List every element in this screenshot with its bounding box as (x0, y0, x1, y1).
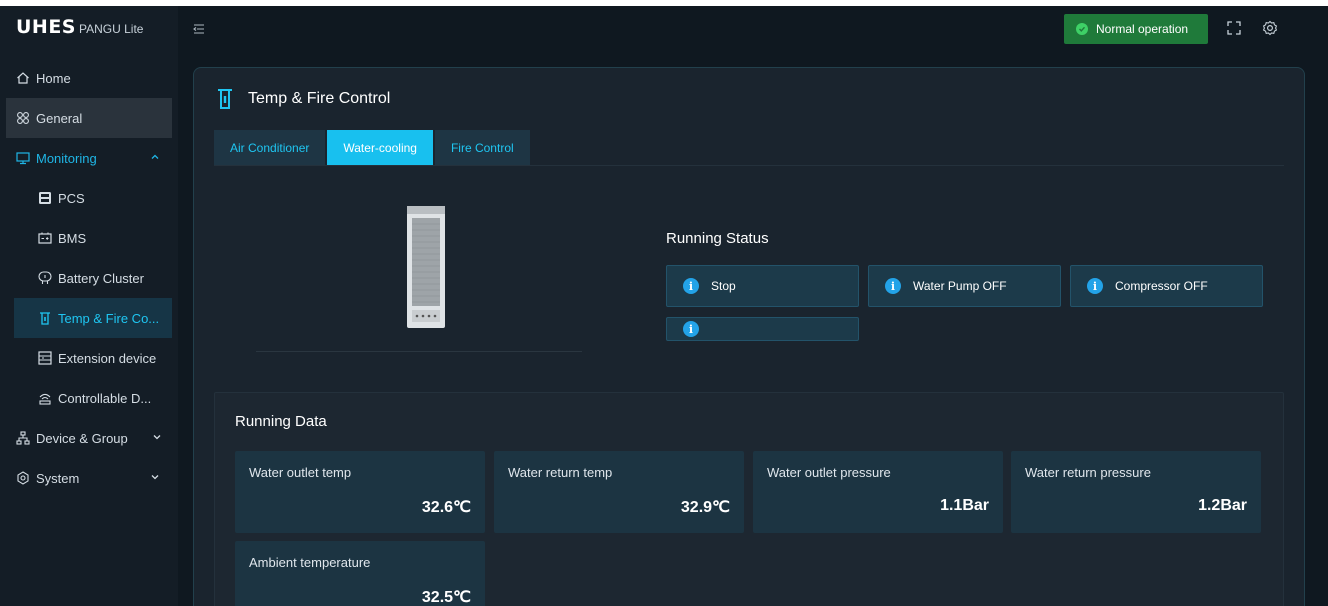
status-item-unlabeled[interactable]: i (666, 317, 859, 341)
chevron-down-icon (151, 475, 159, 480)
pcs-icon (38, 191, 52, 205)
sidebar-item-label: PCS (58, 190, 85, 206)
sidebar-item-extension-device[interactable]: Extension device (0, 338, 178, 378)
chevron-down-icon (153, 435, 161, 440)
check-circle-icon (1076, 23, 1088, 35)
grid-icon (16, 111, 30, 125)
sidebar-item-label: Temp & Fire Co... (58, 310, 160, 326)
tab-fire-control[interactable]: Fire Control (434, 130, 530, 166)
sidebar-item-label: Home (36, 70, 71, 86)
running-data-section: Running Data Water outlet temp 32.6℃ Wat… (214, 392, 1284, 606)
data-card-ambient-temperature: Ambient temperature 32.5℃ (235, 541, 485, 606)
monitor-icon (16, 151, 30, 165)
sidebar-item-device-group[interactable]: Device & Group (0, 418, 178, 458)
sidebar-item-battery-cluster[interactable]: Battery Cluster (0, 258, 178, 298)
info-icon: i (683, 321, 699, 337)
card-label: Ambient temperature (249, 555, 371, 570)
running-data-title: Running Data (235, 413, 327, 430)
page-title: Temp & Fire Control (216, 88, 390, 110)
system-gear-icon (16, 471, 30, 485)
cluster-icon (38, 271, 52, 285)
status-label: Normal operation (1096, 22, 1189, 36)
device-group-icon (16, 431, 30, 445)
sidebar-item-label: System (36, 470, 80, 486)
chevron-up-icon (151, 154, 159, 159)
status-item-label: Stop (711, 279, 736, 293)
status-item-label: Water Pump OFF (913, 279, 1007, 293)
card-label: Water return pressure (1025, 465, 1151, 480)
sidebar-item-label: Extension device (58, 350, 157, 366)
tab-air-conditioner[interactable]: Air Conditioner (214, 130, 326, 166)
data-card-water-outlet-pressure: Water outlet pressure 1.1Bar (753, 451, 1003, 533)
sidebar-item-label: Device & Group (36, 430, 128, 446)
status-item-compressor[interactable]: i Compressor OFF (1070, 265, 1263, 307)
top-header: Normal operation (178, 6, 1328, 54)
data-card-water-outlet-temp: Water outlet temp 32.6℃ (235, 451, 485, 533)
sidebar-item-pcs[interactable]: PCS (0, 178, 178, 218)
data-card-water-return-temp: Water return temp 32.9℃ (494, 451, 744, 533)
sidebar-item-monitoring[interactable]: Monitoring (0, 138, 178, 178)
water-cooling-unit-image (407, 206, 445, 328)
card-value: 32.5℃ (421, 589, 471, 606)
thermometer-icon (38, 311, 52, 325)
logo-sub-text: PANGU Lite (79, 22, 144, 36)
menu-fold-icon[interactable] (192, 22, 206, 36)
sidebar-item-controllable-device[interactable]: Controllable D... (0, 378, 178, 418)
home-icon (16, 71, 30, 85)
controllable-icon (38, 391, 52, 405)
status-item-label: Compressor OFF (1115, 279, 1208, 293)
sidebar-nav: Home General Monitoring PCS BMS Battery … (0, 58, 178, 498)
sidebar-item-label: Controllable D... (58, 390, 152, 406)
device-divider (256, 351, 582, 352)
sidebar-item-bms[interactable]: BMS (0, 218, 178, 258)
logo[interactable]: UHES PANGU Lite (16, 16, 143, 52)
gear-icon[interactable] (1262, 20, 1278, 36)
logo-main-text: UHES (16, 16, 76, 38)
sidebar-item-system[interactable]: System (0, 458, 178, 498)
sidebar-item-label: Battery Cluster (58, 270, 144, 286)
temp-fire-panel: Temp & Fire Control Air Conditioner Wate… (193, 67, 1305, 606)
info-icon: i (683, 278, 699, 294)
card-value: 1.2Bar (1198, 497, 1247, 514)
fullscreen-icon[interactable] (1226, 20, 1242, 36)
battery-icon (38, 231, 52, 245)
page-title-text: Temp & Fire Control (248, 90, 391, 107)
extension-icon (38, 351, 52, 365)
thermometer-icon (218, 89, 232, 109)
data-card-water-return-pressure: Water return pressure 1.2Bar (1011, 451, 1261, 533)
sidebar-item-label: Monitoring (36, 150, 97, 166)
status-item-stop[interactable]: i Stop (666, 265, 859, 307)
status-button[interactable]: Normal operation (1064, 14, 1208, 44)
card-label: Water return temp (508, 465, 613, 480)
card-value: 32.9℃ (680, 499, 730, 516)
sidebar-item-label: General (36, 110, 83, 126)
app-root: UHES PANGU Lite Home General Monitoring … (0, 0, 1328, 606)
card-value: 1.1Bar (940, 497, 989, 514)
tab-divider (214, 165, 1284, 166)
tab-bar: Air Conditioner Water-cooling Fire Contr… (214, 130, 532, 166)
card-value: 32.6℃ (421, 499, 471, 516)
card-label: Water outlet pressure (767, 465, 891, 480)
sidebar-item-general[interactable]: General (6, 98, 172, 138)
sidebar-item-label: BMS (58, 230, 87, 246)
sidebar-item-home[interactable]: Home (0, 58, 178, 98)
running-status-title: Running Status (666, 230, 769, 247)
sidebar-item-temp-fire[interactable]: Temp & Fire Co... (14, 298, 172, 338)
tab-water-cooling[interactable]: Water-cooling (327, 130, 433, 166)
sidebar: UHES PANGU Lite Home General Monitoring … (0, 6, 178, 606)
info-icon: i (885, 278, 901, 294)
status-item-water-pump[interactable]: i Water Pump OFF (868, 265, 1061, 307)
info-icon: i (1087, 278, 1103, 294)
card-label: Water outlet temp (249, 465, 352, 480)
